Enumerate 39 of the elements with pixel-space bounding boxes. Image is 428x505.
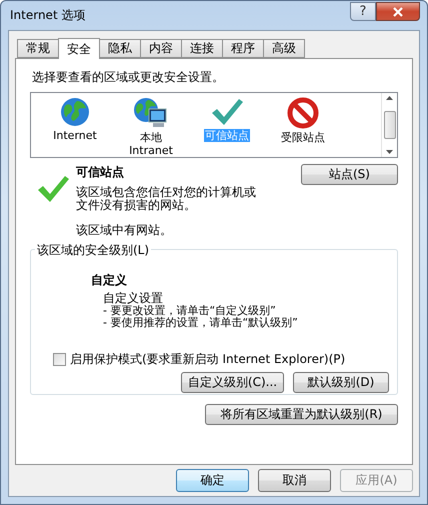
zone-note: 该区域中有网站。 [76,222,173,239]
checkbox[interactable] [53,353,66,366]
scroll-down-icon[interactable] [386,150,393,154]
tab[interactable]: 常规 [17,39,59,58]
zone-item[interactable]: 受限站点 [280,131,326,144]
no-entry-icon [287,97,319,129]
zone-item[interactable]: 本地 Intranet [128,131,174,157]
custom-level-button[interactable]: 自定义级别(C)... [181,372,284,393]
scrollbar[interactable] [381,93,397,157]
tab[interactable]: 安全 [58,38,100,59]
zone-description: 该区域包含您信任对您的计算机或文件没有损害的网站。 [76,186,257,212]
level-name: 自定义 [91,272,128,289]
scroll-up-icon[interactable] [386,96,393,100]
instruction-text: 选择要查看的区域或更改安全设置。 [32,69,225,86]
checkmark-icon [36,174,70,204]
sites-button[interactable]: 站点(S) [301,164,398,185]
group-label: 该区域的安全级别(L) [35,242,152,259]
level-hint: - 要更改设置，请单击“自定义级别” [103,305,277,317]
dialog-button[interactable]: 取消 [258,469,331,492]
tab[interactable]: 隐私 [99,39,141,58]
tab[interactable]: 连接 [181,39,223,58]
close-button[interactable] [376,2,420,21]
checkmark-icon [210,97,244,127]
tab[interactable]: 内容 [140,39,182,58]
dialog-button[interactable]: 确定 [176,469,249,492]
zone-item[interactable]: Internet [52,129,98,142]
tab[interactable]: 程序 [222,39,264,58]
level-hint: - 要使用推荐的设置，请单击“默认级别” [103,317,299,329]
window-title: Internet 选项 [9,7,86,24]
close-icon [392,6,404,16]
globe-icon [60,97,90,127]
zone-title: 可信站点 [76,164,125,181]
level-summary: 自定义设置 [103,292,164,305]
globe-monitor-icon [133,97,169,129]
reset-all-button[interactable]: 将所有区域重置为默认级别(R) [205,404,398,425]
tab[interactable]: 高级 [263,39,305,58]
checkbox-label: 启用保护模式(要求重新启动 Internet Explorer)(P) [70,351,346,368]
help-button[interactable]: ? [350,2,376,21]
default-level-button[interactable]: 默认级别(D) [293,372,389,393]
